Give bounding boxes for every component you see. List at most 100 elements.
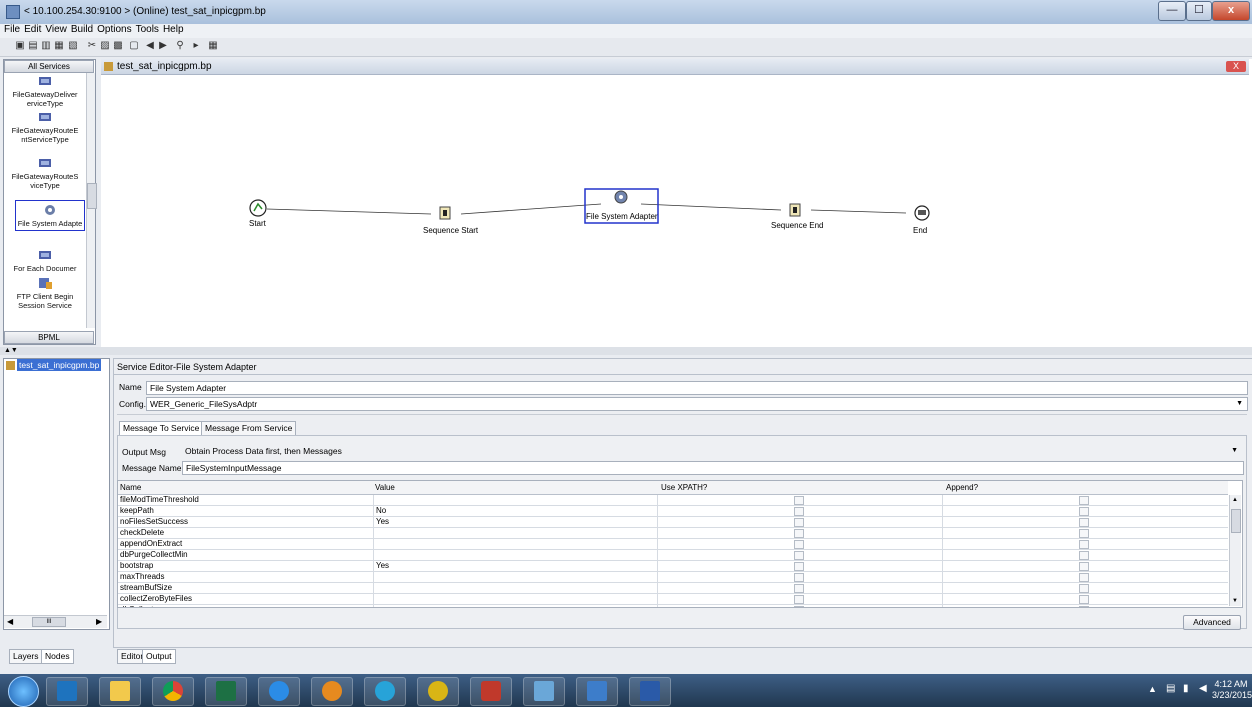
close-tab-button[interactable]: X: [1226, 61, 1246, 72]
cell-value[interactable]: No: [373, 506, 656, 516]
outlook-taskbar-icon[interactable]: [46, 677, 88, 706]
paste-icon[interactable]: ▩: [112, 40, 124, 52]
config-select[interactable]: WER_Generic_FileSysAdptr ▼: [146, 397, 1248, 411]
advanced-button[interactable]: Advanced: [1183, 615, 1241, 630]
tab-output[interactable]: Output: [142, 649, 176, 664]
signal-icon[interactable]: ▮: [1183, 683, 1189, 694]
cell-value[interactable]: [373, 528, 656, 538]
zoom-icon[interactable]: ⚲: [174, 40, 186, 52]
table-scrollbar[interactable]: ▲ ▼: [1229, 495, 1241, 606]
scroll-left-icon[interactable]: ◀: [7, 617, 13, 626]
append-checkbox[interactable]: [1079, 551, 1089, 560]
validate-icon[interactable]: ▸: [190, 40, 202, 52]
pane-splitter[interactable]: ▲▼: [0, 347, 1252, 355]
name-field[interactable]: File System Adapter: [146, 381, 1248, 395]
sequence-start-node[interactable]: [439, 206, 451, 220]
end-node[interactable]: [914, 205, 930, 221]
document-tab[interactable]: test_sat_inpicgpm.bp X: [101, 59, 1249, 75]
collapse-arrows-icon[interactable]: ▲▼: [4, 347, 18, 355]
palette-item-filegatewaydeliver[interactable]: FileGatewayDeliver erviceType: [6, 74, 84, 108]
cell-value[interactable]: [373, 605, 656, 607]
table-row[interactable]: noFilesSetSuccess Yes: [118, 517, 1228, 528]
scroll-right-icon[interactable]: ▶: [96, 617, 102, 626]
maximize-button[interactable]: ☐: [1186, 1, 1212, 21]
scroll-down-icon[interactable]: ▼: [1232, 598, 1238, 604]
cut-icon[interactable]: ✂: [86, 40, 98, 52]
use-xpath-checkbox[interactable]: [794, 507, 804, 516]
palette-scroll-thumb[interactable]: [87, 183, 97, 209]
append-checkbox[interactable]: [1079, 606, 1089, 607]
column-header-name[interactable]: Name: [118, 483, 370, 493]
append-checkbox[interactable]: [1079, 540, 1089, 549]
table-row[interactable]: keepPath No: [118, 506, 1228, 517]
menu-view[interactable]: View: [45, 24, 67, 35]
table-row[interactable]: dbCollect: [118, 605, 1228, 607]
cell-value[interactable]: [373, 539, 656, 549]
all-services-button[interactable]: All Services: [4, 60, 94, 73]
menu-file[interactable]: File: [4, 24, 20, 35]
use-xpath-checkbox[interactable]: [794, 518, 804, 527]
column-header-value[interactable]: Value: [373, 483, 655, 493]
cell-value[interactable]: [373, 550, 656, 560]
network-icon[interactable]: ▤: [1166, 683, 1175, 694]
chevron-down-icon[interactable]: ▼: [1231, 445, 1238, 457]
tree-hscrollbar[interactable]: ◀ III ▶: [4, 615, 107, 628]
cell-value[interactable]: Yes: [373, 561, 656, 571]
append-checkbox[interactable]: [1079, 507, 1089, 516]
delete-icon[interactable]: ▢: [128, 40, 140, 52]
palette-item-filegatewayrouteent[interactable]: FileGatewayRouteE ntServiceType: [6, 110, 84, 144]
app-globe-taskbar-icon[interactable]: [364, 677, 406, 706]
clock[interactable]: 4:12 AM 3/23/2015: [1212, 679, 1252, 701]
cell-value[interactable]: [373, 594, 656, 604]
tab-message-to-service[interactable]: Message To Service: [119, 421, 204, 436]
tab-message-from-service[interactable]: Message From Service: [201, 421, 297, 436]
close-button[interactable]: x: [1212, 1, 1250, 21]
menu-help[interactable]: Help: [163, 24, 184, 35]
append-checkbox[interactable]: [1079, 562, 1089, 571]
grid-icon[interactable]: ▦: [207, 40, 219, 52]
windows-start-button[interactable]: [8, 676, 39, 707]
table-row[interactable]: collectZeroByteFiles: [118, 594, 1228, 605]
column-header-append[interactable]: Append?: [944, 483, 1226, 493]
open-icon[interactable]: ▤: [27, 40, 39, 52]
table-row[interactable]: checkDelete: [118, 528, 1228, 539]
table-row[interactable]: streamBufSize: [118, 583, 1228, 594]
cell-value[interactable]: [373, 495, 656, 505]
table-row[interactable]: fileModTimeThreshold: [118, 495, 1228, 506]
forward-icon[interactable]: ▶: [157, 40, 169, 52]
table-row[interactable]: appendOnExtract: [118, 539, 1228, 550]
append-checkbox[interactable]: [1079, 584, 1089, 593]
sequence-end-node[interactable]: [789, 203, 801, 217]
layout-icon[interactable]: ▧: [67, 40, 79, 52]
tree-item-selected[interactable]: test_sat_inpicgpm.bp: [17, 359, 102, 371]
palette-item-file-system-adapter[interactable]: File System Adapte: [15, 200, 85, 231]
use-xpath-checkbox[interactable]: [794, 540, 804, 549]
scroll-up-icon[interactable]: ▲: [1232, 497, 1238, 503]
volume-icon[interactable]: ◀: [1199, 683, 1207, 694]
minimize-button[interactable]: —: [1158, 1, 1186, 21]
palette-item-for-each-document[interactable]: For Each Documer: [6, 248, 84, 273]
new-icon[interactable]: ▣: [14, 40, 26, 52]
append-checkbox[interactable]: [1079, 529, 1089, 538]
use-xpath-checkbox[interactable]: [794, 606, 804, 607]
app-red-taskbar-icon[interactable]: [470, 677, 512, 706]
use-xpath-checkbox[interactable]: [794, 584, 804, 593]
back-icon[interactable]: ◀: [144, 40, 156, 52]
word-taskbar-icon[interactable]: [629, 677, 671, 706]
save-icon[interactable]: ▥: [40, 40, 52, 52]
palette-item-filegatewayroute[interactable]: FileGatewayRouteS viceType: [6, 156, 84, 190]
use-xpath-checkbox[interactable]: [794, 573, 804, 582]
cell-value[interactable]: Yes: [373, 517, 656, 527]
file-system-adapter-node[interactable]: [614, 190, 628, 204]
cell-value[interactable]: [373, 572, 656, 582]
file-explorer-taskbar-icon[interactable]: [99, 677, 141, 706]
menu-edit[interactable]: Edit: [24, 24, 41, 35]
output-msg-select[interactable]: Obtain Process Data first, then Messages…: [182, 445, 1242, 457]
append-checkbox[interactable]: [1079, 518, 1089, 527]
chevron-down-icon[interactable]: ▼: [1236, 398, 1243, 410]
table-row[interactable]: maxThreads: [118, 572, 1228, 583]
message-name-field[interactable]: FileSystemInputMessage: [182, 461, 1244, 475]
ultraedit-taskbar-icon[interactable]: [417, 677, 459, 706]
column-header-use-xpath[interactable]: Use XPATH?: [659, 483, 941, 493]
table-row[interactable]: dbPurgeCollectMin: [118, 550, 1228, 561]
